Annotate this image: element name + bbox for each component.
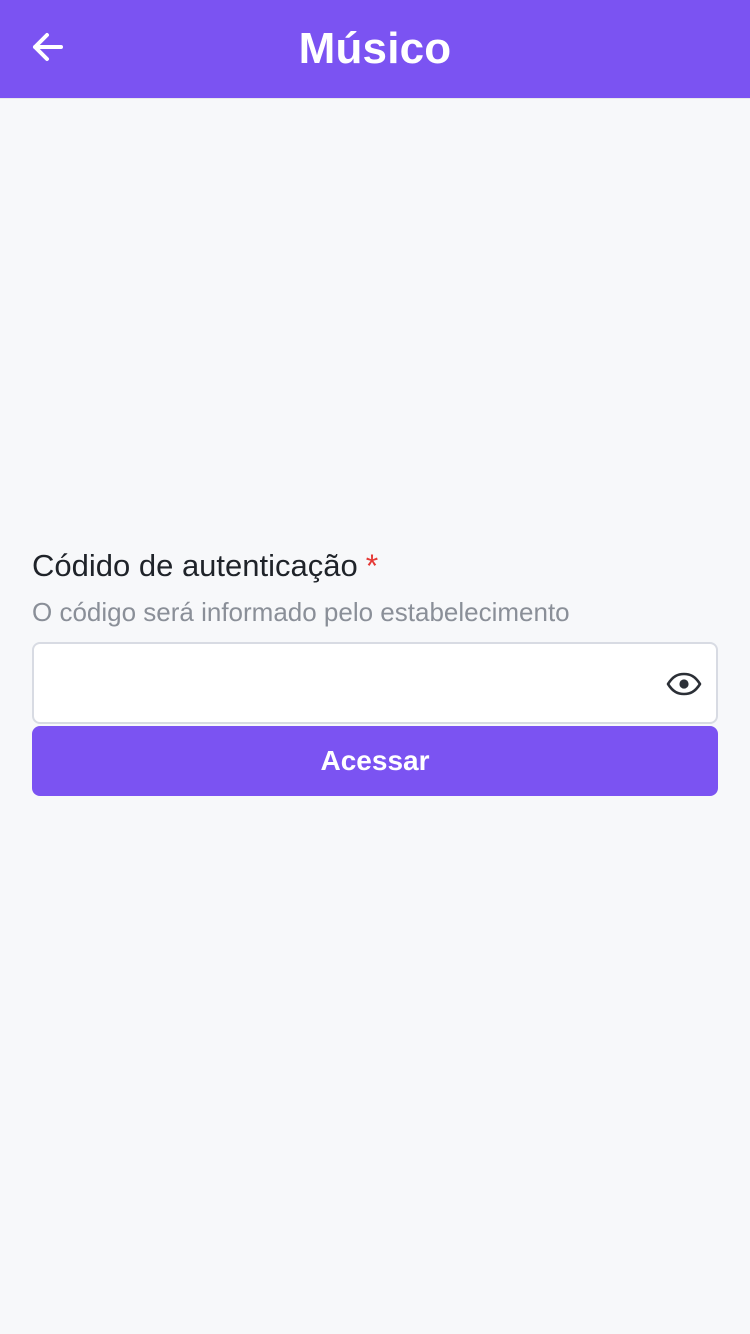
app-bar: Músico	[0, 0, 750, 98]
required-marker: *	[365, 548, 379, 584]
auth-code-label: Códido de autenticação	[32, 548, 358, 583]
auth-form: Códido de autenticação * O código será i…	[32, 544, 718, 796]
access-button[interactable]: Acessar	[32, 726, 718, 796]
auth-code-input[interactable]	[52, 662, 656, 708]
field-label-row: Códido de autenticação *	[32, 544, 718, 588]
eye-icon[interactable]	[664, 664, 704, 704]
page-title: Músico	[298, 24, 452, 73]
auth-code-field[interactable]	[32, 642, 718, 724]
auth-code-help-text: O código será informado pelo estabelecim…	[32, 597, 570, 627]
